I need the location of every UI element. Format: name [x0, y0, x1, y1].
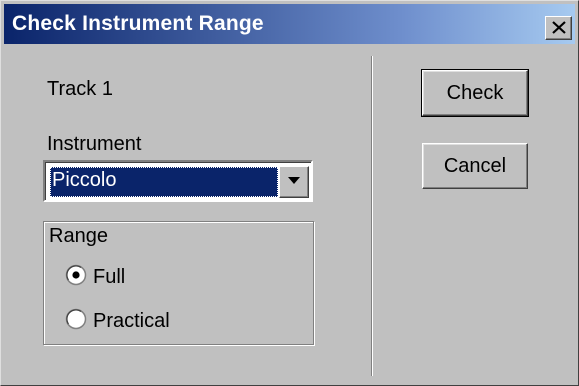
title-bar[interactable]: Check Instrument Range [4, 4, 575, 44]
radio-practical-label[interactable]: Practical [93, 310, 170, 333]
window-title: Check Instrument Range [12, 12, 264, 35]
radio-full[interactable] [65, 264, 87, 286]
close-button[interactable] [545, 16, 572, 40]
dropdown-arrow-button[interactable] [279, 166, 309, 198]
radio-practical[interactable] [65, 308, 87, 330]
range-label: Range [49, 225, 108, 247]
chevron-down-icon [288, 177, 300, 184]
instrument-dropdown[interactable]: Piccolo [43, 160, 313, 202]
instrument-label: Instrument [47, 133, 142, 155]
check-button[interactable]: Check [421, 69, 529, 117]
radio-full-label[interactable]: Full [93, 266, 125, 289]
track-label: Track 1 [47, 78, 113, 100]
vertical-divider [371, 56, 373, 376]
close-icon [552, 21, 566, 34]
instrument-selected-value[interactable]: Piccolo [50, 167, 278, 197]
check-instrument-range-dialog: Check Instrument Range Track 1 Instrumen… [0, 0, 579, 386]
cancel-button[interactable]: Cancel [422, 143, 528, 189]
